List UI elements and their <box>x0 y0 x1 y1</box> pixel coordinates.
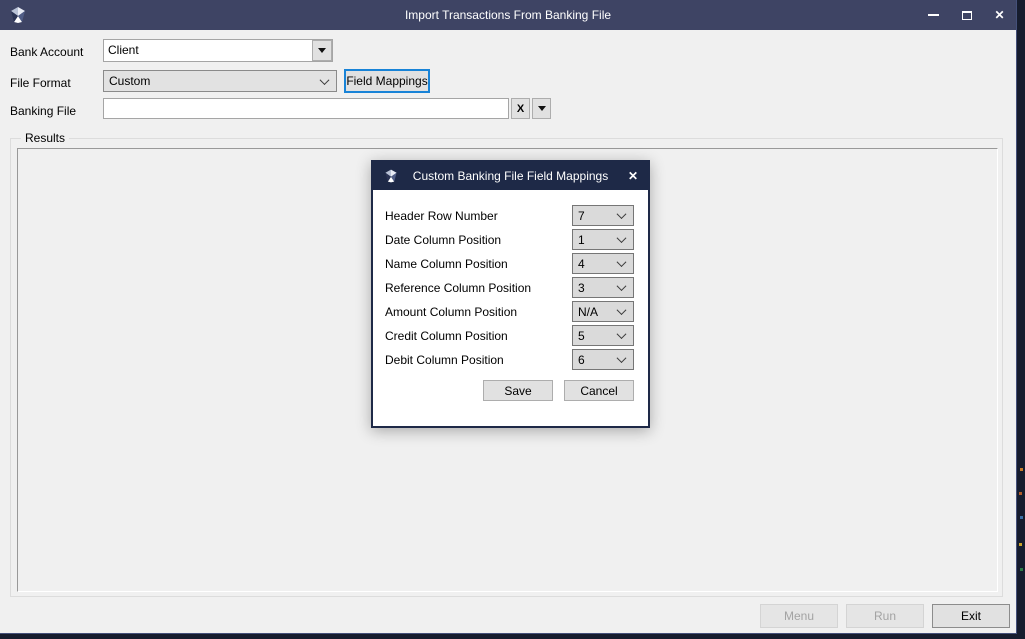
dialog-titlebar: Custom Banking File Field Mappings ✕ <box>373 162 648 190</box>
date-column-select[interactable]: 1 <box>572 229 634 250</box>
desktop-fleck <box>1020 468 1023 471</box>
file-format-select[interactable]: Custom <box>103 70 337 92</box>
chevron-down-icon <box>617 353 627 363</box>
app-logo-icon <box>8 5 28 25</box>
app-logo-icon <box>383 168 399 184</box>
combo-value: 5 <box>578 329 585 343</box>
name-column-select[interactable]: 4 <box>572 253 634 274</box>
chevron-down-icon <box>617 233 627 243</box>
exit-button[interactable]: Exit <box>932 604 1010 628</box>
run-button[interactable]: Run <box>846 604 924 628</box>
bank-account-value: Client <box>104 40 312 61</box>
dialog-field-row: Credit Column Position 5 <box>385 325 634 346</box>
chevron-down-icon <box>617 257 627 267</box>
debit-column-label: Debit Column Position <box>385 353 504 367</box>
name-column-label: Name Column Position <box>385 257 508 271</box>
dialog-body: Header Row Number 7 Date Column Position… <box>373 190 648 401</box>
chevron-down-icon <box>617 305 627 315</box>
credit-column-label: Credit Column Position <box>385 329 508 343</box>
bank-account-select[interactable]: Client <box>103 39 333 62</box>
window-title: Import Transactions From Banking File <box>0 8 1016 22</box>
combo-value: 4 <box>578 257 585 271</box>
combo-value: 1 <box>578 233 585 247</box>
combo-value: 7 <box>578 209 585 223</box>
maximize-button[interactable] <box>950 0 983 30</box>
field-mappings-dialog: Custom Banking File Field Mappings ✕ Hea… <box>371 160 650 428</box>
header-row-number-label: Header Row Number <box>385 209 498 223</box>
dialog-close-button[interactable]: ✕ <box>618 162 648 190</box>
bank-account-label: Bank Account <box>10 45 83 59</box>
debit-column-select[interactable]: 6 <box>572 349 634 370</box>
dialog-buttons: Save Cancel <box>373 380 634 401</box>
desktop-fleck <box>1020 568 1023 571</box>
amount-column-select[interactable]: N/A <box>572 301 634 322</box>
minimize-icon <box>928 14 939 16</box>
results-label: Results <box>21 131 69 145</box>
file-format-value: Custom <box>109 74 150 88</box>
banking-file-label: Banking File <box>10 104 76 118</box>
chevron-down-icon <box>617 209 627 219</box>
credit-column-select[interactable]: 5 <box>572 325 634 346</box>
dropdown-arrow-icon <box>318 48 326 53</box>
header-row-number-select[interactable]: 7 <box>572 205 634 226</box>
maximize-icon <box>962 11 972 20</box>
dialog-title: Custom Banking File Field Mappings <box>373 169 648 183</box>
combo-value: 6 <box>578 353 585 367</box>
combo-value: 3 <box>578 281 585 295</box>
dialog-field-row: Name Column Position 4 <box>385 253 634 274</box>
close-icon: ✕ <box>628 170 638 182</box>
reference-column-select[interactable]: 3 <box>572 277 634 298</box>
main-titlebar: Import Transactions From Banking File ✕ <box>0 0 1016 30</box>
dialog-field-row: Header Row Number 7 <box>385 205 634 226</box>
date-column-label: Date Column Position <box>385 233 501 247</box>
dropdown-arrow-icon <box>538 106 546 111</box>
dialog-field-row: Amount Column Position N/A <box>385 301 634 322</box>
bank-account-dropdown-button[interactable] <box>312 40 332 61</box>
dialog-field-row: Reference Column Position 3 <box>385 277 634 298</box>
close-icon: ✕ <box>994 9 1004 21</box>
save-button[interactable]: Save <box>483 380 553 401</box>
window-controls: ✕ <box>917 0 1016 30</box>
desktop-fleck <box>1019 543 1022 546</box>
amount-column-label: Amount Column Position <box>385 305 517 319</box>
chevron-down-icon <box>320 75 330 85</box>
chevron-down-icon <box>617 281 627 291</box>
desktop-fleck <box>1019 492 1022 495</box>
dialog-field-row: Debit Column Position 6 <box>385 349 634 370</box>
minimize-button[interactable] <box>917 0 950 30</box>
reference-column-label: Reference Column Position <box>385 281 531 295</box>
banking-file-input[interactable] <box>103 98 509 119</box>
chevron-down-icon <box>617 329 627 339</box>
menu-button[interactable]: Menu <box>760 604 838 628</box>
file-format-label: File Format <box>10 76 71 90</box>
close-button[interactable]: ✕ <box>983 0 1016 30</box>
desktop-background: Import Transactions From Banking File ✕ … <box>0 0 1025 639</box>
field-mappings-button[interactable]: Field Mappings <box>344 69 430 93</box>
banking-file-dropdown-button[interactable] <box>532 98 551 119</box>
desktop-fleck <box>1020 516 1023 519</box>
cancel-button[interactable]: Cancel <box>564 380 634 401</box>
dialog-field-row: Date Column Position 1 <box>385 229 634 250</box>
combo-value: N/A <box>578 305 598 319</box>
banking-file-clear-button[interactable]: X <box>511 98 530 119</box>
